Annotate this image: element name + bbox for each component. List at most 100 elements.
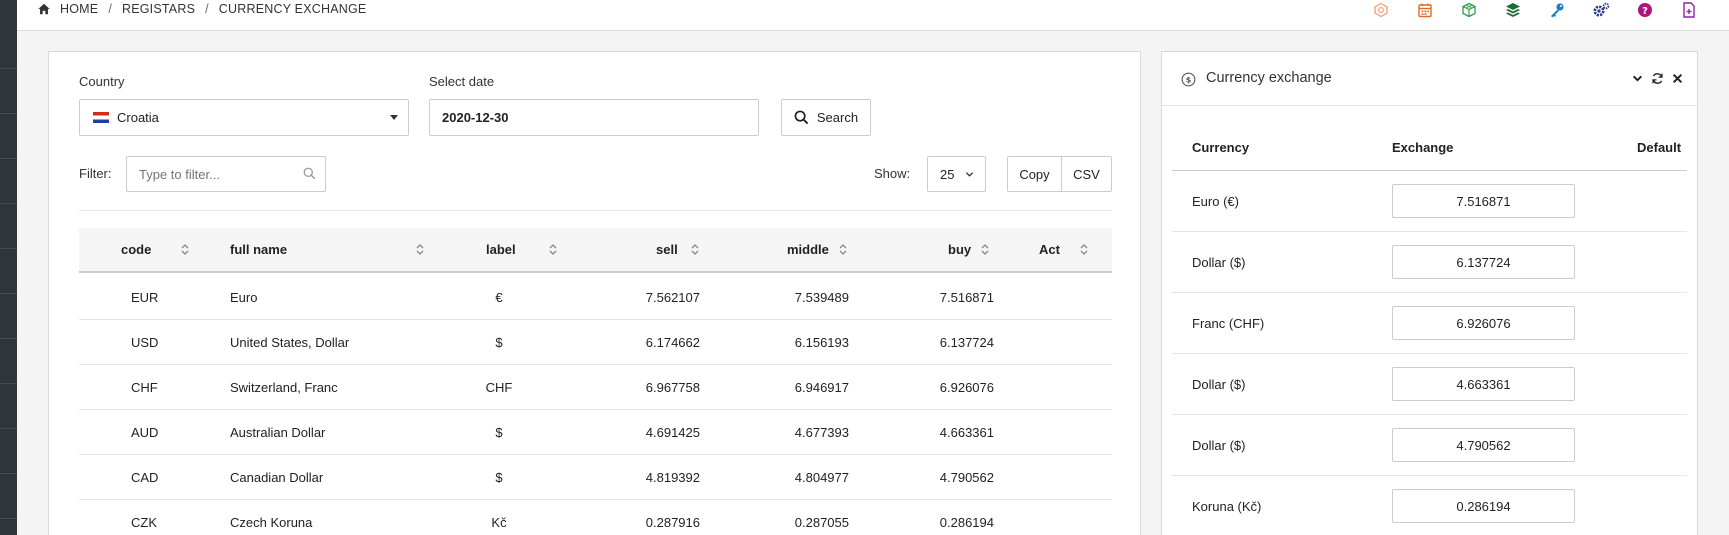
- currency-list-card: Country Croatia Select date Search Filte…: [48, 51, 1141, 535]
- exchange-row: Dollar ($): [1172, 354, 1687, 415]
- cell-buy: 0.286194: [939, 514, 994, 530]
- cell-label: $: [495, 334, 503, 350]
- sort-icon[interactable]: [690, 243, 700, 256]
- sidebar-divider: [0, 113, 17, 114]
- cell-label: Kč: [491, 514, 507, 530]
- column-header-currency: Currency: [1192, 140, 1250, 155]
- exchange-rate-input[interactable]: [1392, 428, 1575, 462]
- close-icon[interactable]: [1672, 73, 1683, 84]
- cell-buy: 4.663361: [939, 424, 994, 440]
- exchange-rate-input[interactable]: [1392, 489, 1575, 523]
- refresh-icon[interactable]: [1651, 72, 1664, 85]
- date-input[interactable]: [429, 99, 759, 136]
- cell-buy: 6.137724: [939, 334, 994, 350]
- copy-button[interactable]: Copy: [1007, 156, 1062, 192]
- filter-input[interactable]: [126, 156, 326, 192]
- breadcrumb-home[interactable]: HOME: [60, 2, 98, 16]
- sort-icon[interactable]: [415, 243, 425, 256]
- cell-sell: 4.691425: [645, 424, 700, 440]
- exchange-rate-input[interactable]: [1392, 184, 1575, 218]
- top-bar: HOME / REGISTARS / CURRENCY EXCHANGE ?: [17, 0, 1729, 31]
- table-row[interactable]: CZK Czech Koruna Kč 0.287916 0.287055 0.28619…: [79, 500, 1112, 535]
- table-header: code full name label sell middle buy Act: [79, 228, 1112, 273]
- sidebar-divider: [0, 518, 17, 519]
- sort-icon[interactable]: [838, 243, 848, 256]
- cell-buy: 7.516871: [939, 289, 994, 305]
- home-icon[interactable]: [37, 2, 51, 16]
- column-header-label[interactable]: label: [486, 228, 516, 271]
- sort-icon[interactable]: [548, 243, 558, 256]
- table-row[interactable]: AUD Australian Dollar $4.691425 4.677393 4.6…: [79, 410, 1112, 455]
- cell-sell: 4.819392: [645, 469, 700, 485]
- currency-name: Franc (CHF): [1192, 315, 1265, 331]
- calendar-icon[interactable]: [1414, 0, 1436, 20]
- sidebar-divider: [0, 293, 17, 294]
- table-row[interactable]: EUR Euro €7.562107 7.539489 7.516871: [79, 275, 1112, 320]
- column-header-act[interactable]: Act: [1039, 228, 1060, 271]
- layers-icon[interactable]: [1502, 0, 1524, 20]
- cell-sell: 0.287916: [645, 514, 700, 530]
- exchange-rate-input[interactable]: [1392, 245, 1575, 279]
- table-row[interactable]: CAD Canadian Dollar $4.819392 4.804977 4.790…: [79, 455, 1112, 500]
- currency-name: Dollar ($): [1192, 376, 1246, 392]
- search-icon: [794, 110, 809, 125]
- breadcrumb-separator: /: [205, 2, 209, 16]
- exchange-row: Euro (€): [1172, 171, 1687, 232]
- cell-sell: 6.174662: [645, 334, 700, 350]
- panel-title: Currency exchange: [1206, 70, 1332, 86]
- column-header-sell[interactable]: sell: [656, 228, 678, 271]
- country-value: Croatia: [117, 110, 159, 125]
- column-header-default: Default: [1637, 140, 1682, 155]
- cell-middle: 4.677393: [794, 424, 849, 440]
- panel-tools: [1624, 72, 1683, 85]
- currency-name: Dollar ($): [1192, 437, 1246, 453]
- cell-middle: 7.539489: [794, 289, 849, 305]
- search-button[interactable]: Search: [781, 99, 871, 136]
- country-label: Country: [79, 74, 125, 89]
- sidebar-divider: [0, 338, 17, 339]
- cell-full-name: Euro: [230, 289, 258, 305]
- cell-middle: 6.156193: [794, 334, 849, 350]
- table-row[interactable]: CHF Switzerland, Franc CHF 6.967758 6.946917…: [79, 365, 1112, 410]
- column-header-buy[interactable]: buy: [948, 228, 971, 271]
- gears-icon[interactable]: [1590, 0, 1612, 20]
- column-header-full-name[interactable]: full name: [230, 228, 287, 271]
- new-document-icon[interactable]: [1678, 0, 1700, 20]
- chevron-down-icon[interactable]: [1632, 73, 1643, 84]
- cell-middle: 4.804977: [794, 469, 849, 485]
- cell-full-name: Australian Dollar: [230, 424, 326, 440]
- exchange-row: Dollar ($): [1172, 415, 1687, 476]
- chevron-down-icon: [965, 172, 974, 177]
- cell-code: AUD: [131, 424, 159, 440]
- breadcrumb-registars[interactable]: REGISTARS: [122, 2, 195, 16]
- cell-label: €: [495, 289, 503, 305]
- breadcrumb: HOME / REGISTARS / CURRENCY EXCHANGE: [37, 0, 366, 18]
- currency-name: Koruna (Kč): [1192, 498, 1262, 514]
- column-header-code[interactable]: code: [121, 228, 151, 271]
- page-size-select[interactable]: 25: [927, 156, 986, 192]
- currency-circle-icon: $: [1181, 72, 1196, 87]
- csv-button[interactable]: CSV: [1061, 156, 1112, 192]
- date-label: Select date: [429, 74, 495, 89]
- exchange-rate-input[interactable]: [1392, 367, 1575, 401]
- sidebar-divider: [0, 428, 17, 429]
- sort-icon[interactable]: [180, 243, 190, 256]
- hexagon-icon[interactable]: [1370, 0, 1392, 20]
- cell-full-name: United States, Dollar: [230, 334, 350, 350]
- exchange-row: Franc (CHF): [1172, 293, 1687, 354]
- sidebar-divider: [0, 248, 17, 249]
- cell-sell: 6.967758: [645, 379, 700, 395]
- cube-icon[interactable]: [1458, 0, 1480, 20]
- sort-icon[interactable]: [980, 243, 990, 256]
- help-icon[interactable]: ?: [1634, 0, 1656, 20]
- exchange-rate-input[interactable]: [1392, 306, 1575, 340]
- sort-icon[interactable]: [1079, 243, 1089, 256]
- key-icon[interactable]: [1546, 0, 1568, 20]
- table-row[interactable]: USD United States, Dollar $6.174662 6.15619…: [79, 320, 1112, 365]
- cell-code: USD: [131, 334, 159, 350]
- cell-label: $: [495, 469, 503, 485]
- show-label: Show:: [874, 166, 911, 181]
- breadcrumb-current: CURRENCY EXCHANGE: [218, 2, 367, 16]
- country-select[interactable]: Croatia: [79, 99, 409, 136]
- column-header-middle[interactable]: middle: [787, 228, 829, 271]
